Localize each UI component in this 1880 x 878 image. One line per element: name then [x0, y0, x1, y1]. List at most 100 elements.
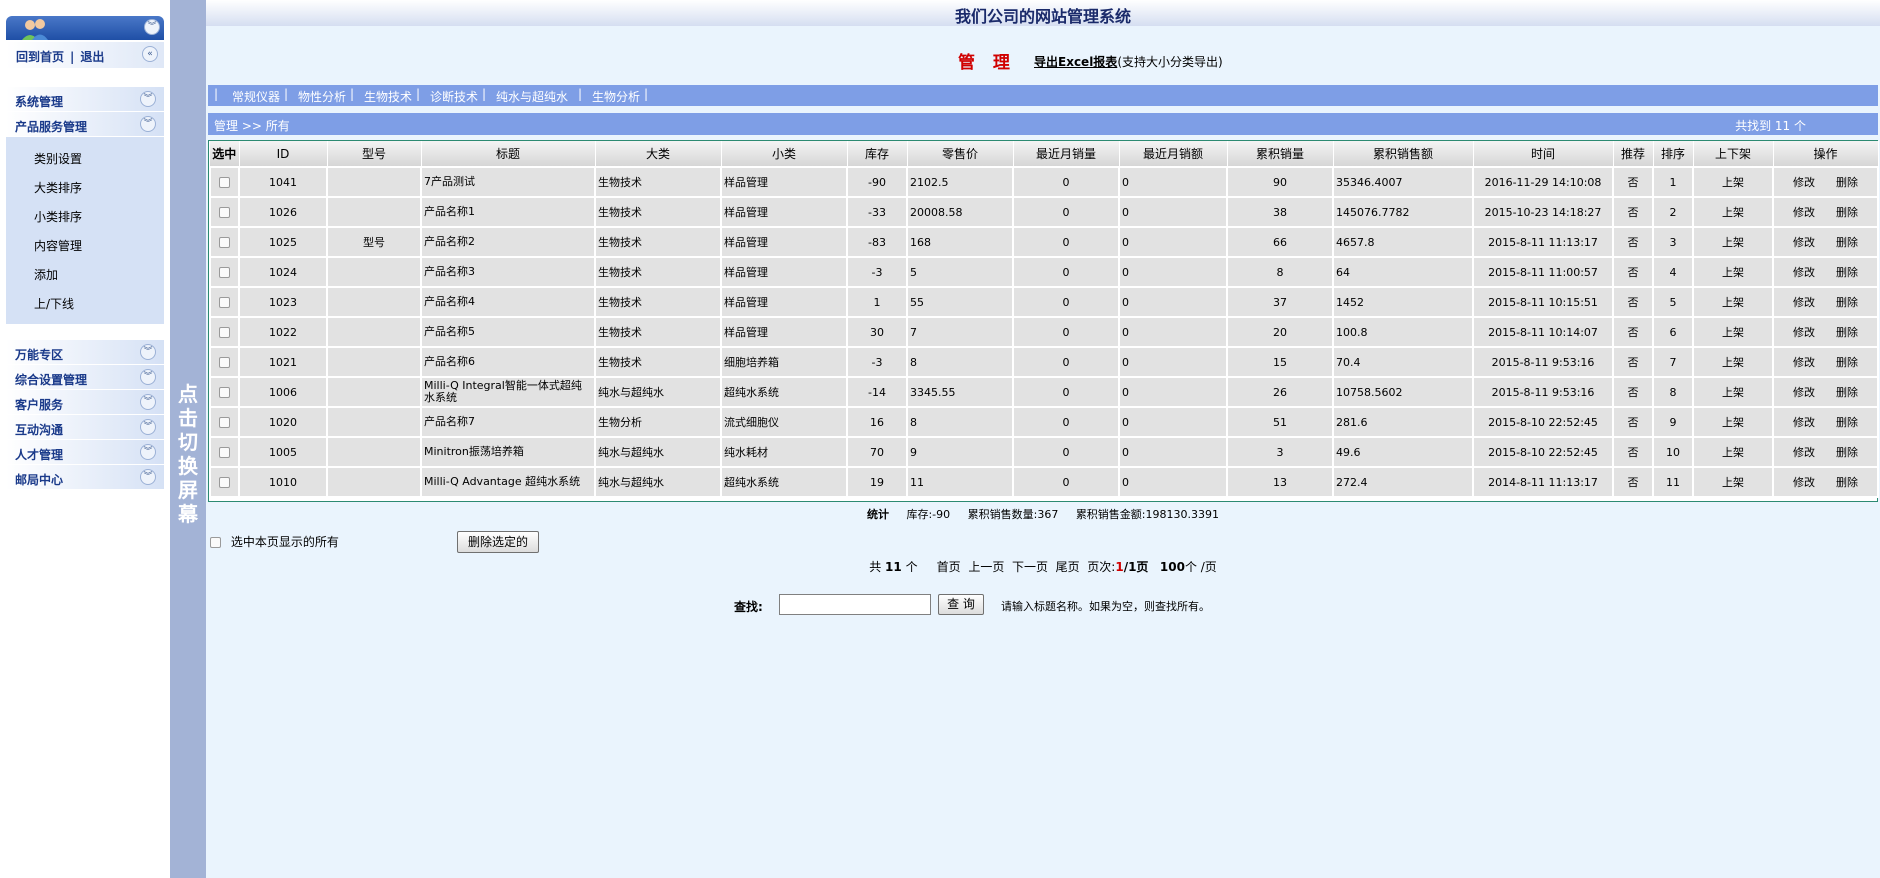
- delete-link[interactable]: 删除: [1836, 356, 1858, 369]
- double-chevron-down-icon[interactable]: ︾: [140, 469, 156, 485]
- search-input[interactable]: [779, 594, 931, 615]
- cell-stock: -3: [846, 346, 908, 378]
- edit-link[interactable]: 修改: [1793, 476, 1815, 489]
- edit-link[interactable]: 修改: [1793, 416, 1815, 429]
- select-all-checkbox[interactable]: [210, 537, 221, 548]
- delete-link[interactable]: 删除: [1836, 386, 1858, 399]
- edit-link[interactable]: 修改: [1793, 236, 1815, 249]
- row-select-checkbox[interactable]: [219, 207, 230, 218]
- edit-link[interactable]: 修改: [1793, 296, 1815, 309]
- row-select-checkbox[interactable]: [219, 357, 230, 368]
- logout-link[interactable]: 退出: [80, 50, 104, 64]
- cell-shelf[interactable]: 上架: [1692, 346, 1774, 378]
- category-tab[interactable]: 物性分析: [298, 88, 346, 105]
- menu-product-service[interactable]: 产品服务管理 ︾: [6, 112, 164, 136]
- double-chevron-down-icon[interactable]: ︾: [140, 369, 156, 385]
- row-select-checkbox[interactable]: [219, 177, 230, 188]
- cell-model: [326, 376, 422, 408]
- home-link[interactable]: 回到首页: [16, 50, 64, 64]
- submenu-big-sort[interactable]: 大类排序: [34, 179, 82, 196]
- menu-interaction[interactable]: 互动沟通 ︾: [6, 415, 164, 439]
- double-chevron-down-icon[interactable]: ︾: [140, 419, 156, 435]
- category-tab[interactable]: 生物技术: [364, 88, 412, 105]
- menu-mail[interactable]: 邮局中心 ︾: [6, 465, 164, 489]
- cell-shelf[interactable]: 上架: [1692, 166, 1774, 198]
- submenu-category-settings[interactable]: 类别设置: [34, 150, 82, 167]
- cell-month-amount: 0: [1118, 466, 1228, 498]
- double-chevron-left-icon[interactable]: «: [142, 46, 158, 62]
- edit-link[interactable]: 修改: [1793, 266, 1815, 279]
- search-button[interactable]: 查 询: [938, 594, 984, 615]
- menu-label: 产品服务管理: [15, 120, 88, 134]
- cell-time: 2015-8-10 22:52:45: [1472, 406, 1614, 438]
- export-excel-link[interactable]: 导出Excel报表: [1034, 55, 1117, 69]
- menu-talent[interactable]: 人才管理 ︾: [6, 440, 164, 464]
- breadcrumb-bar: 管理 >> 所有 共找到 11 个: [208, 113, 1878, 135]
- submenu-content-manage[interactable]: 内容管理: [34, 237, 82, 254]
- cell-actions: 修改 删除: [1772, 406, 1879, 438]
- menu-universal[interactable]: 万能专区 ︾: [6, 340, 164, 364]
- row-select-checkbox[interactable]: [219, 297, 230, 308]
- submenu-small-sort[interactable]: 小类排序: [34, 208, 82, 225]
- row-select-checkbox[interactable]: [219, 237, 230, 248]
- category-tab[interactable]: 诊断技术: [430, 88, 478, 105]
- category-tab[interactable]: 纯水与超纯水: [496, 88, 568, 105]
- row-select-checkbox[interactable]: [219, 387, 230, 398]
- delete-link[interactable]: 删除: [1836, 236, 1858, 249]
- delete-link[interactable]: 删除: [1836, 446, 1858, 459]
- cell-shelf[interactable]: 上架: [1692, 436, 1774, 468]
- double-chevron-down-icon[interactable]: ︾: [140, 116, 156, 132]
- pager-next[interactable]: 下一页: [1012, 560, 1048, 574]
- edit-link[interactable]: 修改: [1793, 386, 1815, 399]
- cell-shelf[interactable]: 上架: [1692, 196, 1774, 228]
- submenu-add[interactable]: 添加: [34, 266, 58, 283]
- double-chevron-down-icon[interactable]: ︾: [144, 19, 160, 35]
- cell-total-amount: 10758.5602: [1332, 376, 1474, 408]
- row-select-checkbox[interactable]: [219, 327, 230, 338]
- cell-shelf[interactable]: 上架: [1692, 466, 1774, 498]
- row-select-checkbox[interactable]: [219, 477, 230, 488]
- cell-sort: 11: [1652, 466, 1694, 498]
- pager-prev[interactable]: 上一页: [968, 560, 1004, 574]
- search-label: 查找:: [734, 600, 763, 614]
- delete-link[interactable]: 删除: [1836, 416, 1858, 429]
- cell-shelf[interactable]: 上架: [1692, 286, 1774, 318]
- double-chevron-down-icon[interactable]: ︾: [140, 444, 156, 460]
- double-chevron-down-icon[interactable]: ︾: [140, 344, 156, 360]
- delete-link[interactable]: 删除: [1836, 476, 1858, 489]
- delete-link[interactable]: 删除: [1836, 326, 1858, 339]
- pager-first[interactable]: 首页: [937, 560, 961, 574]
- cell-shelf[interactable]: 上架: [1692, 226, 1774, 258]
- category-tab[interactable]: 生物分析: [592, 88, 640, 105]
- edit-link[interactable]: 修改: [1793, 176, 1815, 189]
- edit-link[interactable]: 修改: [1793, 206, 1815, 219]
- row-select-checkbox[interactable]: [219, 267, 230, 278]
- pager-last[interactable]: 尾页: [1056, 560, 1080, 574]
- row-select-checkbox[interactable]: [219, 447, 230, 458]
- edit-link[interactable]: 修改: [1793, 446, 1815, 459]
- cell-shelf[interactable]: 上架: [1692, 256, 1774, 288]
- edit-link[interactable]: 修改: [1793, 326, 1815, 339]
- delete-selected-button[interactable]: 删除选定的: [457, 531, 539, 553]
- cell-shelf[interactable]: 上架: [1692, 376, 1774, 408]
- row-checkbox: [209, 316, 240, 348]
- switch-screen-bar[interactable]: 点击切换屏幕: [170, 0, 206, 878]
- delete-link[interactable]: 删除: [1836, 296, 1858, 309]
- delete-link[interactable]: 删除: [1836, 266, 1858, 279]
- menu-system[interactable]: 系统管理 ︾: [6, 87, 164, 111]
- delete-link[interactable]: 删除: [1836, 176, 1858, 189]
- double-chevron-down-icon[interactable]: ︾: [140, 394, 156, 410]
- result-count: 共找到 11 个: [1735, 119, 1806, 133]
- cell-shelf[interactable]: 上架: [1692, 406, 1774, 438]
- row-select-checkbox[interactable]: [219, 417, 230, 428]
- menu-general-settings[interactable]: 综合设置管理 ︾: [6, 365, 164, 389]
- cell-shelf[interactable]: 上架: [1692, 316, 1774, 348]
- menu-customer-service[interactable]: 客户服务 ︾: [6, 390, 164, 414]
- cell-actions: 修改 删除: [1772, 346, 1879, 378]
- submenu-online-offline[interactable]: 上/下线: [34, 295, 74, 312]
- delete-link[interactable]: 删除: [1836, 206, 1858, 219]
- category-tab[interactable]: 常规仪器: [232, 88, 280, 105]
- cell-big-category: 纯水与超纯水: [594, 436, 722, 468]
- double-chevron-down-icon[interactable]: ︾: [140, 91, 156, 107]
- edit-link[interactable]: 修改: [1793, 356, 1815, 369]
